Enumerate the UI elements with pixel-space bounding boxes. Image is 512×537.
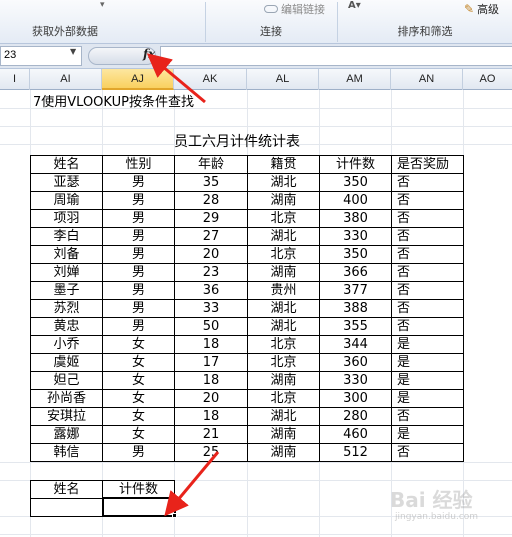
watermark-url: jingyan.baidu.com [395,512,479,522]
watermark-logo: Bai 经验 [390,488,473,512]
arrow-to-active-cell [164,451,220,517]
annotation-overlay [146,53,220,517]
arrow-to-fx-icon [146,53,206,104]
